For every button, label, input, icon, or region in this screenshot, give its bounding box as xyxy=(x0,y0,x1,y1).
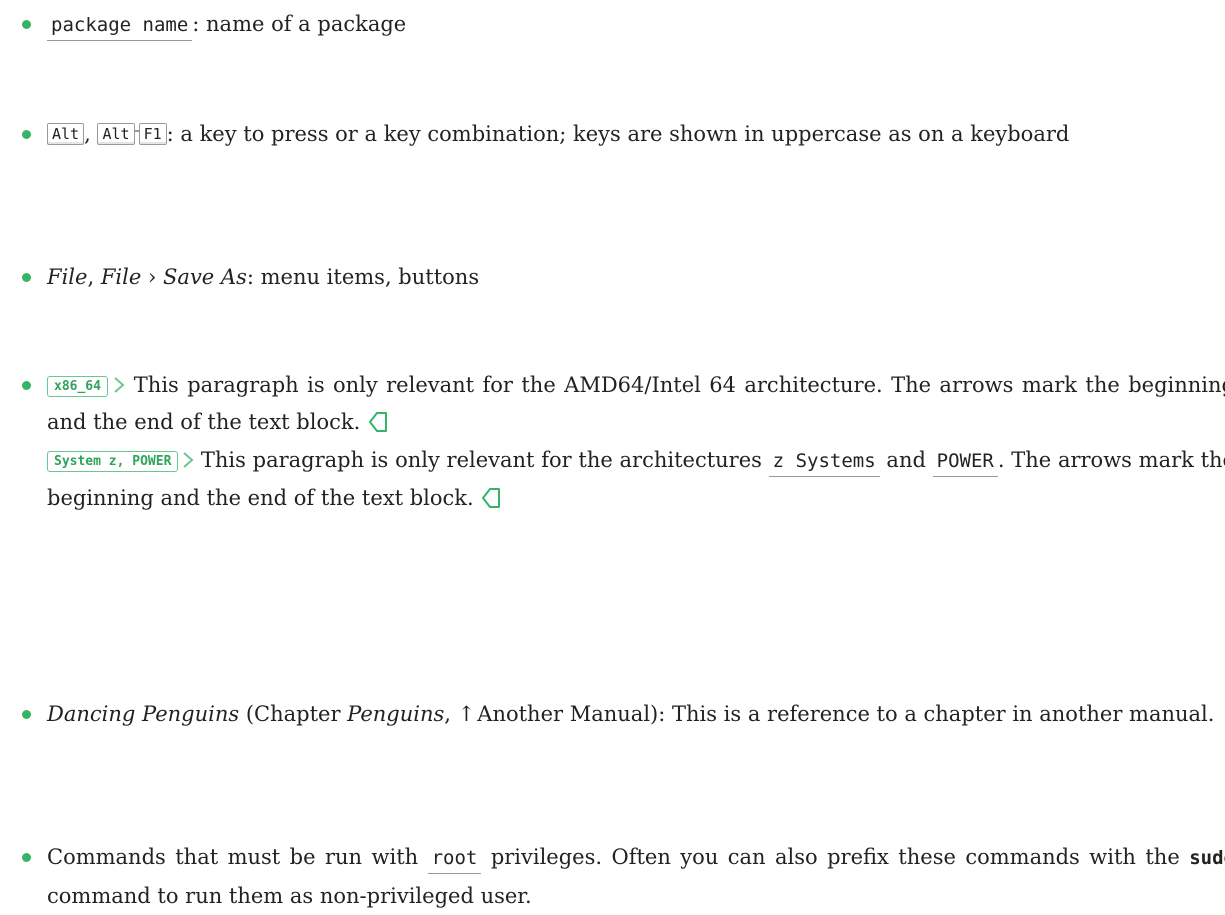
bullet-icon xyxy=(22,273,31,282)
item-text: : name of a package xyxy=(192,12,407,36)
list-item-package-name: package name: name of a package xyxy=(22,6,1225,45)
arch-tag-system-z-power: System z, POWER xyxy=(47,450,179,472)
key-alt-combo: Alt xyxy=(97,122,135,145)
bullet-icon xyxy=(22,20,31,29)
bullet-icon xyxy=(22,380,31,390)
arch-z-text: This paragraph is only relevant for the … xyxy=(200,447,762,472)
separator: , xyxy=(84,121,91,146)
code-root: root xyxy=(427,847,482,874)
item-text: : menu items, buttons xyxy=(246,265,480,289)
bullet-icon xyxy=(22,709,31,719)
arch-end-marker-icon xyxy=(368,412,387,432)
word-and: and xyxy=(886,447,926,472)
arch-end-marker-icon xyxy=(482,488,501,508)
list-item-root: Commands that must be run with root priv… xyxy=(22,839,1225,915)
code-power: POWER xyxy=(932,449,998,477)
item-text: : a key to press or a key combination; k… xyxy=(166,121,1070,146)
menu-save-as: Save As xyxy=(163,265,247,289)
package-name-code: package name xyxy=(47,14,193,41)
arch-x86-text: This paragraph is only relevant for the … xyxy=(47,372,1225,435)
root-text-b: privileges. Often you can also prefix th… xyxy=(490,845,1180,869)
key-f1: F1 xyxy=(138,122,167,145)
list-item-architectures: x86_64 This paragraph is only relevant f… xyxy=(22,367,1225,518)
code-z-systems: z Systems xyxy=(768,449,880,477)
menu-chevron-icon: › xyxy=(147,265,157,289)
menu-file: File xyxy=(47,265,88,289)
list-item-menus: File, File › Save As: menu items, button… xyxy=(22,259,1225,297)
separator: , xyxy=(87,265,95,289)
key-alt: Alt xyxy=(47,122,85,145)
bullet-icon xyxy=(22,129,31,139)
command-sudo: sudo xyxy=(1189,847,1225,869)
chevron-right-icon xyxy=(114,376,125,393)
list-item-reference: Dancing Penguins (Chapter Penguins, ↑Ano… xyxy=(22,696,1225,734)
list-item-keys: Alt, Alt F1: a key to press or a key comb… xyxy=(22,116,1225,154)
arch-tag-x86: x86_64 xyxy=(47,375,108,397)
menu-file-2: File xyxy=(100,265,142,289)
chevron-right-icon xyxy=(183,451,194,468)
conventions-list: package name: name of a package Alt, Alt… xyxy=(22,0,1225,908)
root-text-a: Commands that must be run with xyxy=(47,845,419,869)
bullet-icon xyxy=(22,853,31,862)
root-text-c: command to run them as non-privileged us… xyxy=(47,883,532,908)
